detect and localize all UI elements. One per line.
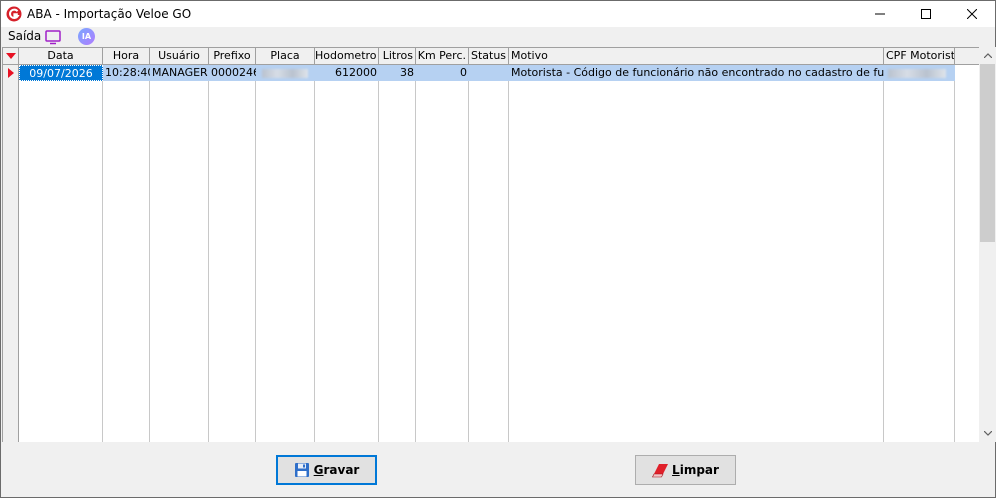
grid-line [314, 65, 315, 442]
grid-line [508, 65, 509, 442]
column-header-usuario[interactable]: Usuário [150, 48, 209, 65]
app-logo-icon [6, 6, 22, 22]
scroll-up-button[interactable] [979, 47, 996, 64]
cell-data[interactable]: 09/07/2026 [19, 65, 103, 81]
limpar-label: Limpar [672, 463, 719, 477]
redacted-placa [262, 68, 308, 78]
column-header-hodometro[interactable]: Hodometro [315, 48, 379, 65]
redacted-cpf [888, 68, 946, 78]
column-header-hora[interactable]: Hora [103, 48, 150, 65]
column-header-litros[interactable]: Litros [379, 48, 416, 65]
minimize-icon [875, 13, 885, 15]
grid-line [415, 65, 416, 442]
grid-line [208, 65, 209, 442]
cell-motivo[interactable]: Motorista - Código de funcionário não en… [509, 65, 884, 81]
chevron-up-icon [983, 53, 992, 58]
cell-prefixo[interactable]: 0000246 [209, 65, 256, 81]
current-row-arrow-icon [8, 68, 14, 78]
monitor-icon[interactable] [44, 29, 62, 45]
maximize-icon [921, 9, 931, 19]
save-disk-icon [294, 462, 310, 478]
menu-saida[interactable]: Saída [8, 29, 41, 43]
chevron-down-icon [983, 431, 992, 436]
grid-line [149, 65, 150, 442]
eraser-icon [652, 462, 669, 478]
cell-hodometro[interactable]: 612000 [315, 65, 379, 81]
scroll-thumb[interactable] [980, 64, 995, 242]
row-indicator-column [3, 65, 19, 442]
main-window: ABA - Importação Veloe GO Saída IA Data [0, 0, 996, 498]
title-bar: ABA - Importação Veloe GO [1, 1, 995, 27]
cell-placa[interactable] [256, 65, 315, 81]
menu-bar: Saída IA [1, 27, 995, 47]
scroll-down-button[interactable] [979, 425, 996, 442]
ia-assistant-icon[interactable]: IA [78, 28, 95, 45]
sort-down-icon [5, 53, 16, 59]
window-title: ABA - Importação Veloe GO [27, 7, 192, 21]
cell-status[interactable] [469, 65, 509, 81]
limpar-button[interactable]: Limpar [635, 455, 736, 485]
column-header-prefixo[interactable]: Prefixo [209, 48, 256, 65]
column-header-cpf-motorista[interactable]: CPF Motorista [884, 48, 955, 65]
cell-usuario[interactable]: MANAGER [150, 65, 209, 81]
column-header-data[interactable]: Data [19, 48, 103, 65]
close-button[interactable] [949, 1, 995, 27]
close-icon [967, 9, 977, 19]
grid-line [102, 65, 103, 442]
column-header-placa[interactable]: Placa [256, 48, 315, 65]
table-row[interactable]: 09/07/2026 10:28:40 MANAGER 0000246 6120… [19, 65, 955, 81]
grid-header: Data Hora Usuário Prefixo Placa Hodometr… [3, 48, 979, 65]
grid-line [954, 65, 955, 442]
cell-hora[interactable]: 10:28:40 [103, 65, 150, 81]
header-indicator[interactable] [3, 48, 19, 65]
cell-litros[interactable]: 38 [379, 65, 416, 81]
import-grid[interactable]: Data Hora Usuário Prefixo Placa Hodometr… [2, 47, 979, 442]
column-header-km-perc[interactable]: Km Perc. [416, 48, 469, 65]
cell-km-perc[interactable]: 0 [416, 65, 469, 81]
vertical-scrollbar[interactable] [979, 47, 996, 442]
grid-line [883, 65, 884, 442]
gravar-button[interactable]: Gravar [276, 455, 377, 485]
grid-line [468, 65, 469, 442]
grid-line [255, 65, 256, 442]
grid-line [378, 65, 379, 442]
minimize-button[interactable] [857, 1, 903, 27]
cell-cpf-motorista[interactable] [884, 65, 955, 81]
gravar-label: Gravar [313, 463, 360, 477]
column-header-motivo[interactable]: Motivo [509, 48, 884, 65]
column-header-status[interactable]: Status [469, 48, 509, 65]
maximize-button[interactable] [903, 1, 949, 27]
